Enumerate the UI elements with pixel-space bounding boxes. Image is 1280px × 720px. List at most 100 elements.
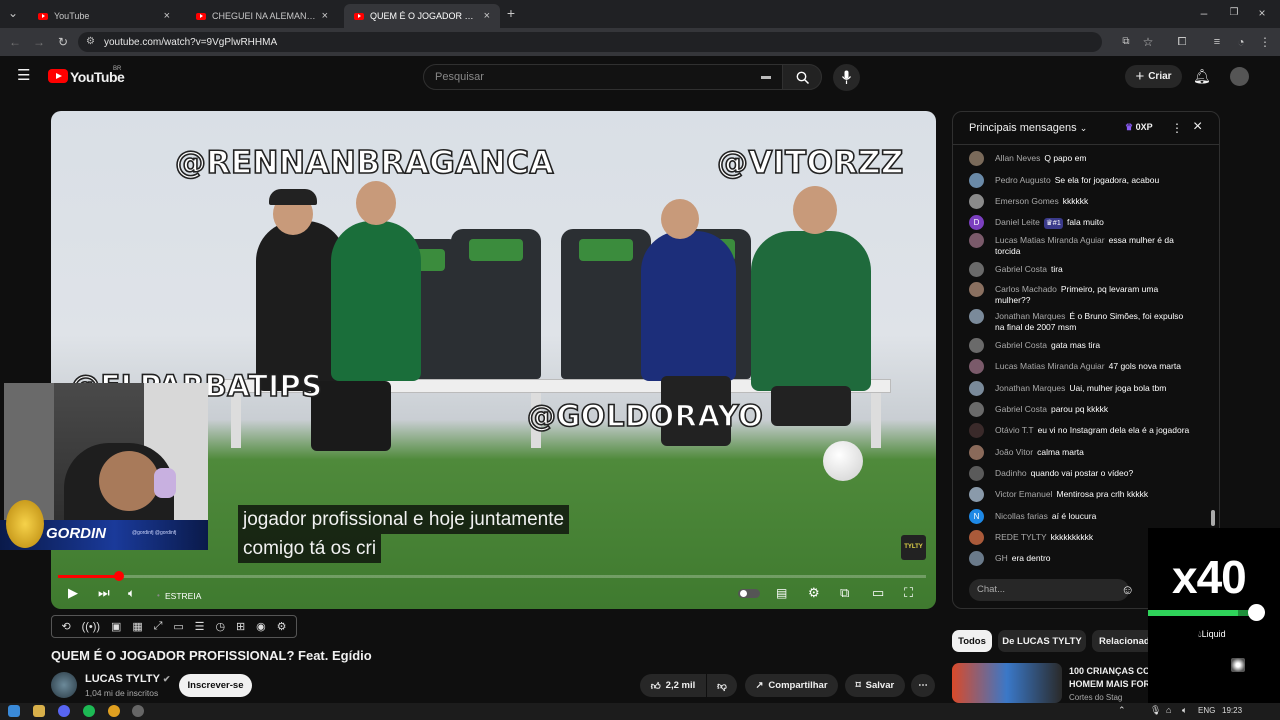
channel-avatar[interactable] (51, 672, 77, 698)
chat-avatar[interactable] (969, 282, 984, 297)
resize-icon[interactable]: ⤢ (154, 620, 163, 633)
subtitles-icon[interactable]: ▤ (776, 586, 787, 600)
chat-author[interactable]: Gabriel Costa (995, 340, 1047, 350)
discord-icon[interactable] (58, 705, 70, 717)
create-button[interactable]: + Criar (1125, 65, 1182, 88)
chat-avatar[interactable] (969, 423, 984, 438)
reload-icon[interactable]: ↻ (56, 35, 70, 49)
new-tab-icon[interactable]: + (504, 6, 518, 20)
chat-author[interactable]: Dadinho (995, 468, 1027, 478)
autoplay-toggle[interactable] (738, 589, 760, 598)
loop-icon[interactable]: ⟲ (61, 620, 70, 633)
search-input[interactable]: Pesquisar ▬ (423, 64, 783, 90)
close-tab-icon[interactable]: × (322, 10, 328, 22)
keyboard-icon[interactable]: ▬ (761, 65, 771, 89)
chat-avatar[interactable]: D (969, 215, 984, 230)
chat-avatar[interactable] (969, 551, 984, 566)
language-indicator[interactable]: ENG (1198, 706, 1215, 715)
dislike-button[interactable]: 👎︎ (707, 674, 737, 697)
chip-todos[interactable]: Todos (952, 630, 992, 652)
tab-youtube[interactable]: YouTube × (28, 4, 180, 28)
miniplayer-icon[interactable]: ⧉ (840, 586, 849, 600)
search-button[interactable] (782, 64, 822, 90)
chat-input[interactable]: Chat... (969, 579, 1129, 601)
chat-author[interactable]: Gabriel Costa (995, 264, 1047, 274)
recommended-thumbnail[interactable] (952, 663, 1062, 703)
chat-avatar[interactable] (969, 309, 984, 324)
chat-avatar[interactable] (969, 487, 984, 502)
minimize-icon[interactable]: – (1197, 6, 1211, 20)
chat-author[interactable]: João Vitor (995, 447, 1033, 457)
chrome-menu-icon[interactable]: ⋮ (1258, 35, 1272, 49)
close-chat-icon[interactable]: × (1193, 118, 1202, 136)
restore-icon[interactable]: ❐ (1227, 6, 1241, 20)
chat-author[interactable]: Emerson Gomes (995, 196, 1059, 206)
chat-author[interactable]: Otávio T.T (995, 425, 1034, 435)
tab-cheguei[interactable]: CHEGUEI NA ALEMANHA! VI NOSSO × (186, 4, 338, 28)
bookmark-star-icon[interactable]: ☆ (1141, 35, 1155, 49)
volume-icon[interactable]: 🔈︎ (128, 586, 135, 600)
chat-author[interactable]: Carlos Machado (995, 284, 1057, 294)
chat-avatar[interactable] (969, 466, 984, 481)
back-icon[interactable]: ← (8, 35, 22, 49)
network-icon[interactable]: ⌂ (1166, 705, 1171, 715)
extensions-icon[interactable]: ⧠ (1175, 35, 1189, 49)
account-avatar[interactable] (1230, 67, 1249, 86)
address-bar[interactable]: ⚙ youtube.com/watch?v=9VgPlwRHHMA (78, 32, 1102, 52)
chat-author[interactable]: Jonathan Marques (995, 311, 1065, 321)
emoji-icon[interactable]: ☺ (1121, 582, 1134, 597)
spotify-icon[interactable] (83, 705, 95, 717)
chat-avatar[interactable] (969, 445, 984, 460)
channel-watermark[interactable]: TYLTY (901, 535, 926, 560)
tab-search-icon[interactable]: ⌄ (6, 6, 20, 20)
recommended-channel[interactable]: Cortes do Stag (1069, 693, 1122, 702)
chat-author[interactable]: Jonathan Marques (995, 383, 1065, 393)
chat-avatar[interactable] (969, 173, 984, 188)
clock[interactable]: 19:23 (1222, 706, 1242, 715)
progress-bar[interactable] (58, 571, 926, 581)
chat-author[interactable]: Allan Neves (995, 153, 1040, 163)
broadcast-icon[interactable]: ((•)) (82, 621, 101, 633)
chat-author[interactable]: Pedro Augusto (995, 175, 1051, 185)
site-info-icon[interactable]: ⚙ (86, 36, 95, 47)
save-button[interactable]: ⌑ Salvar (845, 674, 905, 697)
xp-badge[interactable]: ♛ 0XP (1125, 122, 1153, 133)
chat-author[interactable]: Nicollas farias (995, 511, 1048, 521)
chip-channel[interactable]: De LUCAS TYLTY (998, 630, 1086, 652)
screenshot-icon[interactable]: ◉ (256, 620, 266, 633)
chat-scrollbar[interactable] (1211, 152, 1215, 572)
cinema-icon[interactable]: ▣ (111, 620, 121, 633)
next-icon[interactable]: ⏭︎ (98, 586, 110, 600)
chat-avatar[interactable] (969, 402, 984, 417)
settings-gear-icon[interactable]: ⚙ (808, 586, 820, 600)
notifications-bell-icon[interactable]: 🔔︎ (1193, 68, 1211, 85)
obs-icon[interactable] (132, 705, 144, 717)
play-icon[interactable]: ▶ (68, 586, 78, 600)
chat-author[interactable]: GH (995, 553, 1008, 563)
chat-author[interactable]: Lucas Matias Miranda Aguiar (995, 361, 1105, 371)
close-window-icon[interactable]: × (1255, 6, 1269, 20)
chrome-icon[interactable] (108, 705, 120, 717)
windows-start-icon[interactable] (8, 705, 20, 717)
extension-settings-icon[interactable]: ⚙ (277, 620, 287, 633)
chat-avatar[interactable] (969, 233, 984, 248)
close-tab-icon[interactable]: × (164, 10, 170, 22)
aspect-icon[interactable]: ▭ (173, 620, 183, 633)
close-tab-icon[interactable]: × (484, 10, 490, 22)
share-button[interactable]: ↗ Compartilhar (745, 674, 838, 697)
chat-avatar[interactable] (969, 338, 984, 353)
chat-author[interactable]: Gabriel Costa (995, 404, 1047, 414)
chat-avatar[interactable] (969, 262, 984, 277)
reading-list-icon[interactable]: ≡ (1210, 35, 1224, 49)
volume-tray-icon[interactable]: 🔈︎ (1182, 705, 1187, 716)
chat-author[interactable]: Victor Emanuel (995, 489, 1052, 499)
forward-icon[interactable]: → (32, 35, 46, 49)
mic-tray-icon[interactable]: 🎙︎ (1150, 705, 1161, 716)
chat-mode-dropdown[interactable]: Principais mensagens ⌄ (969, 122, 1087, 134)
chat-avatar[interactable] (969, 194, 984, 209)
like-button[interactable]: 👍︎ 2,2 mil (640, 674, 706, 697)
chat-avatar[interactable] (969, 359, 984, 374)
add-icon[interactable]: ⊞ (236, 620, 245, 633)
voice-search-button[interactable] (833, 64, 860, 91)
chat-avatar[interactable]: N (969, 509, 984, 524)
